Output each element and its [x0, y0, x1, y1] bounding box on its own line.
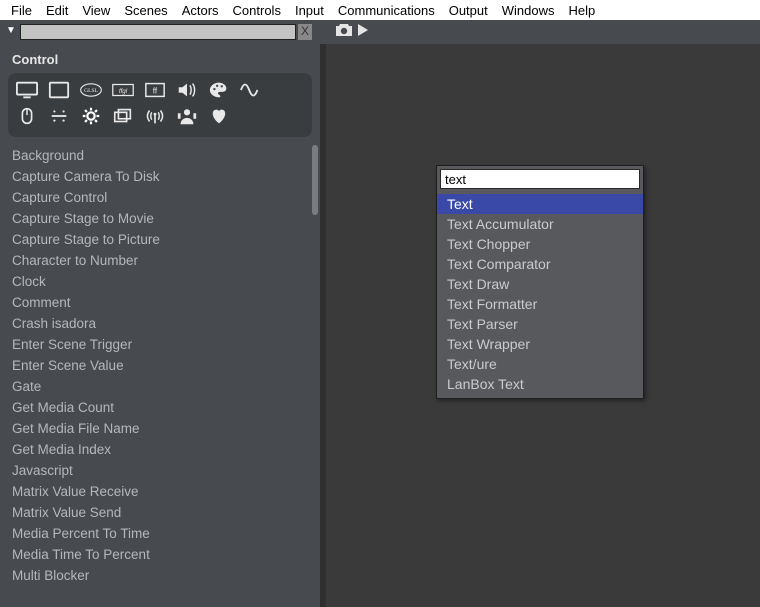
menu-file[interactable]: File — [4, 3, 39, 18]
heart-icon[interactable] — [208, 106, 230, 131]
list-item[interactable]: Enter Scene Trigger — [0, 334, 310, 355]
ffgl-icon[interactable]: ffgl — [112, 80, 134, 105]
menu-communications[interactable]: Communications — [331, 3, 442, 18]
popup-item[interactable]: Text Formatter — [437, 294, 643, 314]
popup-result-list: TextText AccumulatorText ChopperText Com… — [437, 192, 643, 398]
menu-windows[interactable]: Windows — [495, 3, 562, 18]
menu-scenes[interactable]: Scenes — [117, 3, 174, 18]
sidebar: Control GLSL ffgl ff — [0, 44, 320, 607]
scrollbar-thumb[interactable] — [312, 145, 318, 215]
list-item[interactable]: Get Media Count — [0, 397, 310, 418]
list-item[interactable]: Character to Number — [0, 250, 310, 271]
list-item[interactable]: Media Percent To Time — [0, 523, 310, 544]
sound-icon[interactable] — [176, 80, 198, 105]
menu-output[interactable]: Output — [442, 3, 495, 18]
list-item[interactable]: Capture Stage to Picture — [0, 229, 310, 250]
stack-icon[interactable] — [112, 106, 134, 131]
menu-actors[interactable]: Actors — [175, 3, 226, 18]
gear-icon[interactable] — [80, 106, 102, 131]
actor-list: BackgroundCapture Camera To DiskCapture … — [0, 145, 320, 607]
list-item[interactable]: Matrix Value Send — [0, 502, 310, 523]
list-item[interactable]: Get Media Index — [0, 439, 310, 460]
actor-search-popup: TextText AccumulatorText ChopperText Com… — [436, 165, 644, 399]
disclosure-triangle-icon[interactable]: ▼ — [4, 25, 18, 39]
mouse-icon[interactable] — [16, 106, 38, 131]
menu-controls[interactable]: Controls — [226, 3, 288, 18]
list-item[interactable]: Multi Blocker — [0, 565, 310, 586]
list-item[interactable]: Capture Camera To Disk — [0, 166, 310, 187]
wave-icon[interactable] — [240, 80, 262, 105]
panel-title: Control — [0, 44, 320, 73]
svg-text:GLSL: GLSL — [84, 88, 98, 94]
palette-icon[interactable] — [208, 80, 230, 105]
actor-search-input[interactable] — [20, 24, 296, 40]
menu-input[interactable]: Input — [288, 3, 331, 18]
popup-item[interactable]: Text/ure — [437, 354, 643, 374]
toolbar-strip: ▼ X — [0, 20, 760, 44]
monitor-icon[interactable] — [16, 80, 38, 105]
glsl-icon[interactable]: GLSL — [80, 80, 102, 105]
popup-item[interactable]: Text Chopper — [437, 234, 643, 254]
list-item[interactable]: Javascript — [0, 460, 310, 481]
broadcast-icon[interactable] — [144, 106, 166, 131]
box-icon[interactable] — [48, 80, 70, 105]
popup-item[interactable]: Text Draw — [437, 274, 643, 294]
math-icon[interactable] — [48, 106, 70, 131]
list-item[interactable]: Gate — [0, 376, 310, 397]
popup-item[interactable]: Text Parser — [437, 314, 643, 334]
menu-help[interactable]: Help — [561, 3, 602, 18]
list-item[interactable]: Get Media File Name — [0, 418, 310, 439]
popup-item[interactable]: Text — [437, 194, 643, 214]
list-item[interactable]: Crash isadora — [0, 313, 310, 334]
menubar: FileEditViewScenesActorsControlsInputCom… — [0, 0, 760, 20]
menu-view[interactable]: View — [75, 3, 117, 18]
main-area: Control GLSL ffgl ff — [0, 44, 760, 607]
ff-icon[interactable]: ff — [144, 80, 166, 105]
svg-text:ff: ff — [153, 86, 158, 95]
popup-item[interactable]: Text Wrapper — [437, 334, 643, 354]
list-item[interactable]: Capture Stage to Movie — [0, 208, 310, 229]
scene-canvas[interactable]: TextText AccumulatorText ChopperText Com… — [320, 44, 760, 607]
list-item[interactable]: Media Time To Percent — [0, 544, 310, 565]
popup-item[interactable]: Text Comparator — [437, 254, 643, 274]
menu-edit[interactable]: Edit — [39, 3, 75, 18]
popup-item[interactable]: LanBox Text — [437, 374, 643, 394]
actor-category-panel: GLSL ffgl ff — [8, 73, 312, 137]
list-item[interactable]: Capture Control — [0, 187, 310, 208]
camera-icon[interactable] — [334, 22, 354, 43]
svg-text:ffgl: ffgl — [119, 88, 128, 95]
list-item[interactable]: Matrix Value Receive — [0, 481, 310, 502]
popup-search-input[interactable] — [440, 169, 640, 189]
list-item[interactable]: Enter Scene Value — [0, 355, 310, 376]
list-item[interactable]: Comment — [0, 292, 310, 313]
list-item[interactable]: Background — [0, 145, 310, 166]
play-icon[interactable] — [358, 23, 368, 41]
clear-search-button[interactable]: X — [298, 24, 312, 40]
popup-item[interactable]: Text Accumulator — [437, 214, 643, 234]
user-icon[interactable] — [176, 106, 198, 131]
list-item[interactable]: Clock — [0, 271, 310, 292]
